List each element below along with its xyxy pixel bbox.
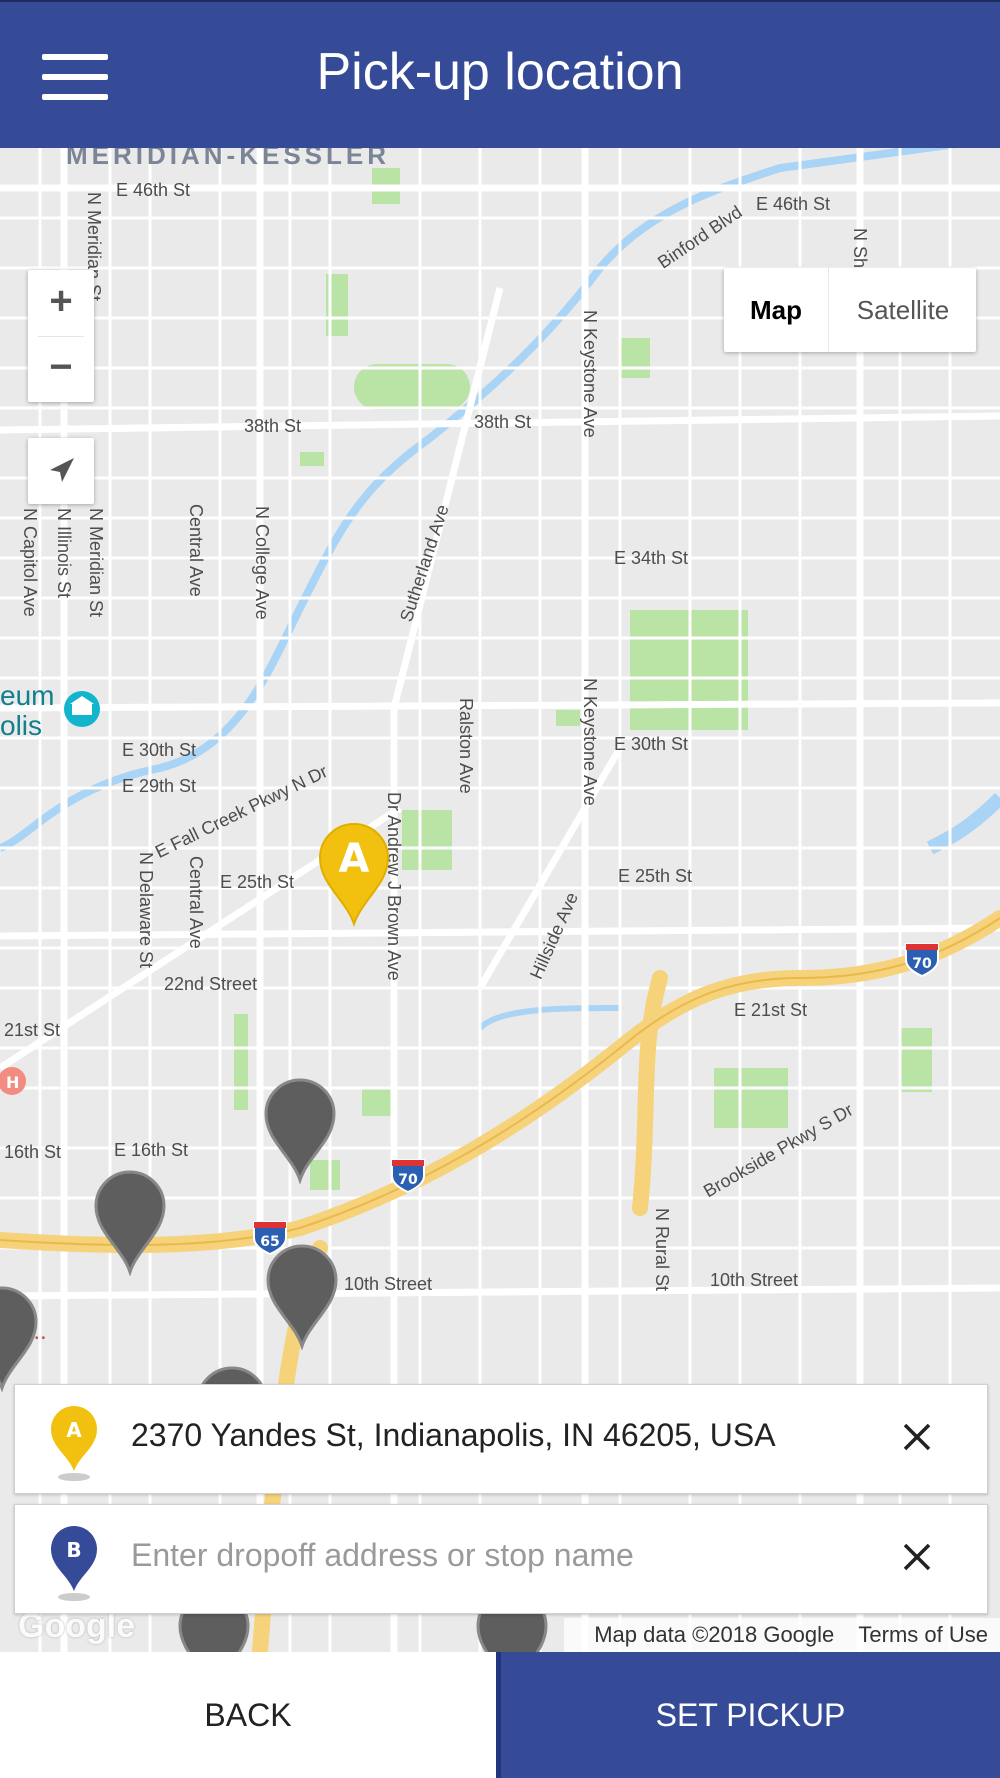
pickup-address-value[interactable]: 2370 Yandes St, Indianapolis, IN 46205, … bbox=[131, 1417, 776, 1454]
map-data-label: Map data ©2018 Google bbox=[594, 1622, 835, 1647]
street-label: N Meridian St bbox=[86, 508, 106, 618]
dropoff-pin-icon: B bbox=[51, 1526, 97, 1601]
terms-of-use-link[interactable]: Terms of Use bbox=[858, 1622, 988, 1647]
svg-text:70: 70 bbox=[912, 956, 932, 972]
pickup-pin-icon: A bbox=[51, 1406, 97, 1481]
street-label: E 34th St bbox=[614, 548, 689, 568]
pickup-marker-a-icon[interactable]: A bbox=[316, 820, 392, 928]
interstate-shield-icon: 70 bbox=[391, 1159, 425, 1194]
svg-text:A: A bbox=[66, 1418, 82, 1442]
interstate-shield-icon: 70 bbox=[905, 943, 939, 978]
dropoff-address-field[interactable]: B Enter dropoff address or stop name bbox=[14, 1504, 988, 1614]
museum-label: olis bbox=[0, 710, 43, 741]
street-label: E 46th St bbox=[756, 194, 831, 214]
stop-pin-icon[interactable] bbox=[92, 1168, 168, 1276]
street-label: 38th St bbox=[244, 416, 302, 436]
street-label: N College Ave bbox=[252, 506, 272, 620]
street-label: E 30th St bbox=[614, 734, 689, 754]
set-pickup-button[interactable]: SET PICKUP bbox=[496, 1652, 1000, 1778]
street-label: N Rural St bbox=[652, 1208, 672, 1292]
street-label: 38th St bbox=[474, 412, 532, 432]
zoom-out-button[interactable]: − bbox=[28, 336, 94, 402]
app-header: Pick-up location bbox=[0, 0, 1000, 148]
map-type-control: Map Satellite bbox=[724, 268, 976, 352]
svg-text:B: B bbox=[66, 1538, 81, 1562]
my-location-button[interactable] bbox=[28, 438, 94, 504]
street-label: Central Ave bbox=[186, 856, 206, 949]
street-label: 22nd Street bbox=[164, 974, 258, 994]
map-type-map-button[interactable]: Map bbox=[724, 268, 828, 352]
street-label: 10th Street bbox=[344, 1274, 433, 1294]
street-label: 21st St bbox=[4, 1020, 61, 1040]
stop-pin-icon[interactable] bbox=[0, 1284, 40, 1392]
street-label: N Capitol Ave bbox=[20, 508, 40, 617]
map-type-satellite-button[interactable]: Satellite bbox=[828, 268, 977, 352]
street-label: E 46th St bbox=[116, 180, 191, 200]
svg-text:A: A bbox=[339, 836, 370, 882]
street-label: N Illinois St bbox=[54, 508, 74, 599]
street-label: E 25th St bbox=[618, 866, 693, 886]
footer-actions: BACK SET PICKUP bbox=[0, 1652, 1000, 1778]
street-label: Ralston Ave bbox=[456, 698, 476, 794]
stop-pin-icon[interactable] bbox=[262, 1076, 338, 1184]
map-attribution: Map data ©2018 Google Terms of Use bbox=[564, 1618, 1000, 1652]
street-label: E 29th St bbox=[122, 776, 197, 796]
dropoff-address-input[interactable]: Enter dropoff address or stop name bbox=[131, 1537, 634, 1574]
zoom-controls: + − bbox=[28, 270, 94, 402]
museum-label: eum bbox=[0, 680, 55, 711]
street-label: E 21st St bbox=[734, 1000, 808, 1020]
street-label: E 30th St bbox=[122, 740, 197, 760]
street-label: N Sh bbox=[850, 228, 870, 269]
street-label: N Keystone Ave bbox=[580, 678, 600, 806]
close-icon[interactable] bbox=[897, 1417, 937, 1457]
street-label: E 25th St bbox=[220, 872, 295, 892]
street-label: N Delaware St bbox=[136, 852, 156, 969]
zoom-in-button[interactable]: + bbox=[28, 270, 94, 336]
navigation-arrow-icon bbox=[50, 458, 74, 482]
neighborhood-label: MERIDIAN-KESSLER bbox=[66, 148, 391, 170]
street-label: 16th St bbox=[4, 1142, 62, 1162]
street-label: E 16th St bbox=[114, 1140, 189, 1160]
stop-pin-icon[interactable] bbox=[264, 1242, 340, 1350]
street-label: N Keystone Ave bbox=[580, 310, 600, 438]
svg-text:H: H bbox=[6, 1073, 19, 1092]
street-label: Central Ave bbox=[186, 504, 206, 597]
back-button[interactable]: BACK bbox=[0, 1652, 496, 1778]
street-label: 10th Street bbox=[710, 1270, 799, 1290]
pickup-address-field[interactable]: A 2370 Yandes St, Indianapolis, IN 46205… bbox=[14, 1384, 988, 1494]
svg-text:70: 70 bbox=[398, 1172, 418, 1188]
close-icon[interactable] bbox=[897, 1537, 937, 1577]
page-title: Pick-up location bbox=[316, 43, 684, 101]
